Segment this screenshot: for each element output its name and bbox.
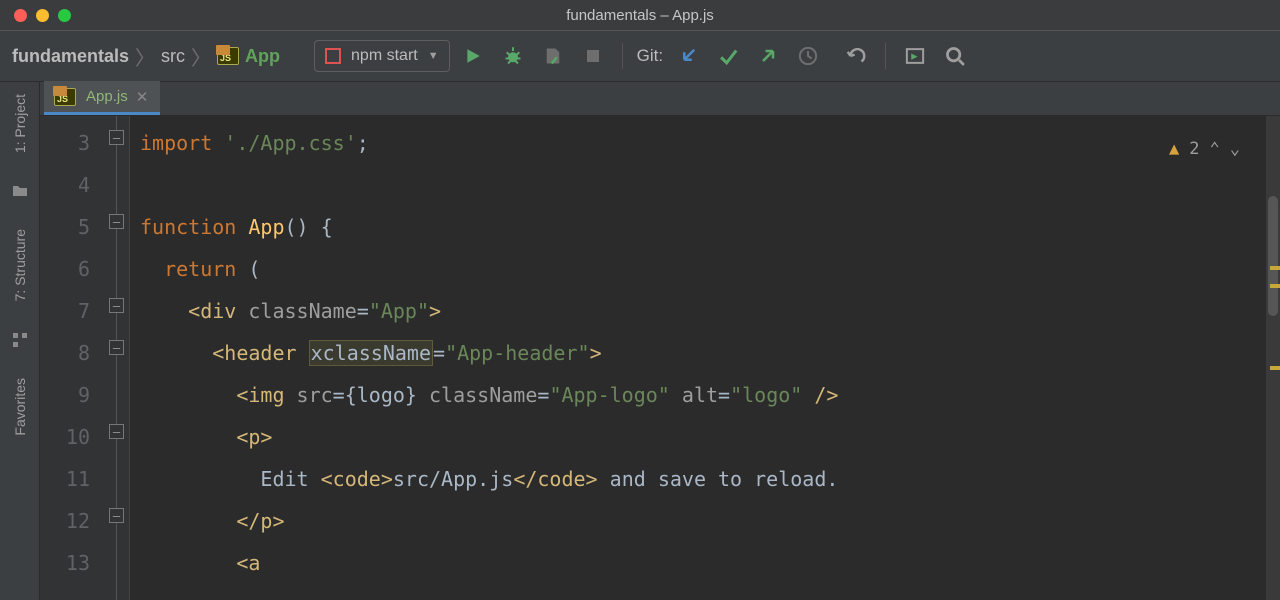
debug-button[interactable] (496, 39, 530, 73)
fold-marker[interactable]: – (109, 340, 124, 355)
scroll-marker[interactable] (1270, 284, 1280, 288)
folder-icon (12, 183, 28, 199)
left-tool-strip: 1: Project 7: Structure Favorites (0, 82, 40, 600)
run-config-selector[interactable]: npm start ▼ (314, 40, 450, 72)
tab-app-js[interactable]: JS App.js ✕ (44, 81, 160, 115)
breadcrumb[interactable]: fundamentals 〉 src 〉 JS App (12, 42, 280, 71)
code-content[interactable]: import './App.css'; function App() { ret… (130, 116, 1280, 600)
chevron-down-icon: ▼ (428, 50, 439, 62)
prev-highlight-icon[interactable]: ⌃ (1210, 128, 1220, 170)
editor-tabs: JS App.js ✕ (40, 82, 1280, 116)
structure-icon (12, 332, 28, 348)
chevron-right-icon: 〉 (189, 42, 213, 71)
highlighted-attr: xclassName (309, 340, 433, 366)
separator (622, 43, 623, 69)
editor: JS App.js ✕ 345678910111213 – – – – – – … (40, 82, 1280, 600)
fold-marker[interactable]: – (109, 130, 124, 145)
titlebar: fundamentals – App.js (0, 0, 1280, 30)
separator (885, 43, 886, 69)
git-commit-button[interactable] (711, 39, 745, 73)
breadcrumb-project[interactable]: fundamentals (12, 46, 129, 67)
js-file-icon: JS (217, 47, 239, 65)
scroll-marker[interactable] (1270, 266, 1280, 270)
fold-marker[interactable]: – (109, 424, 124, 439)
chevron-right-icon: 〉 (133, 42, 157, 71)
search-button[interactable] (938, 39, 972, 73)
next-highlight-icon[interactable]: ⌄ (1230, 128, 1240, 170)
toolbar: fundamentals 〉 src 〉 JS App npm start ▼ … (0, 30, 1280, 82)
line-numbers: 345678910111213 (40, 116, 102, 600)
breadcrumb-folder[interactable]: src (161, 46, 185, 67)
structure-tool-button[interactable]: 7: Structure (12, 223, 28, 307)
close-tab-icon[interactable]: ✕ (136, 88, 149, 106)
maximize-window-button[interactable] (58, 9, 71, 22)
warning-count: 2 (1189, 128, 1199, 170)
minimize-window-button[interactable] (36, 9, 49, 22)
git-history-button[interactable] (791, 39, 825, 73)
fold-marker[interactable]: – (109, 298, 124, 313)
run-button[interactable] (456, 39, 490, 73)
js-file-icon: JS (54, 88, 76, 106)
git-push-button[interactable] (751, 39, 785, 73)
window-title: fundamentals – App.js (0, 7, 1280, 24)
undo-button[interactable] (839, 39, 873, 73)
run-anything-button[interactable] (898, 39, 932, 73)
code-editor[interactable]: 345678910111213 – – – – – – import './Ap… (40, 116, 1280, 600)
fold-gutter: – – – – – – (102, 116, 130, 600)
run-coverage-button[interactable] (536, 39, 570, 73)
scrollbar[interactable] (1266, 116, 1280, 600)
scroll-marker[interactable] (1270, 366, 1280, 370)
close-window-button[interactable] (14, 9, 27, 22)
fold-marker[interactable]: – (109, 508, 124, 523)
inspection-widget[interactable]: ▲ 2 ⌃ ⌄ (1169, 128, 1240, 170)
project-tool-button[interactable]: 1: Project (12, 88, 28, 159)
stop-button (576, 39, 610, 73)
tab-label: App.js (86, 88, 128, 105)
scrollbar-thumb[interactable] (1268, 196, 1278, 316)
favorites-tool-button[interactable]: Favorites (12, 372, 28, 442)
warning-icon: ▲ (1169, 128, 1179, 170)
fold-marker[interactable]: – (109, 214, 124, 229)
git-label: Git: (635, 46, 665, 66)
git-pull-button[interactable] (671, 39, 705, 73)
npm-icon (325, 48, 341, 64)
breadcrumb-file[interactable]: App (245, 46, 280, 67)
run-config-label: npm start (351, 47, 418, 65)
window-controls (0, 9, 71, 22)
